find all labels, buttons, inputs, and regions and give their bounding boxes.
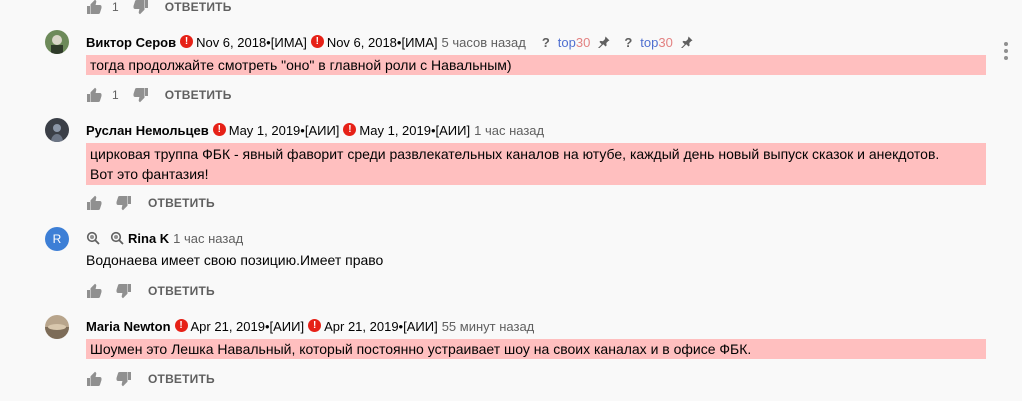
avatar[interactable]	[45, 30, 69, 54]
question-button[interactable]: ?	[624, 35, 632, 50]
top30-link[interactable]: top30	[640, 35, 673, 50]
more-vert-icon[interactable]	[1004, 42, 1008, 63]
author-name[interactable]: Виктор Серов	[86, 35, 176, 50]
thumb-up-icon[interactable]	[86, 283, 102, 299]
author-tag: Apr 21, 2019•[АИИ]	[190, 318, 305, 334]
comment-text: Водонаева имеет свою позицию.Имеет право	[86, 252, 384, 268]
avatar[interactable]	[45, 315, 69, 339]
avatar-letter: R	[52, 232, 62, 246]
reply-button[interactable]: ОТВЕТИТЬ	[165, 0, 232, 14]
comment-header: Виктор Серов ! Nov 6, 2018•[ИМА] ! Nov 6…	[86, 33, 707, 51]
comment-toolbar: ОТВЕТИТЬ	[86, 282, 215, 300]
comment-text: Шоумен это Лешка Навальный, который пост…	[86, 339, 986, 359]
thumb-down-icon[interactable]	[116, 195, 132, 211]
reply-button[interactable]: ОТВЕТИТЬ	[148, 196, 215, 210]
search-icon[interactable]	[86, 231, 100, 245]
comment-toolbar: ОТВЕТИТЬ	[86, 194, 215, 212]
thumb-down-icon[interactable]	[133, 87, 149, 103]
pin-icon[interactable]	[598, 36, 610, 48]
author-name[interactable]: Rina K	[128, 231, 169, 246]
thumb-up-icon[interactable]	[86, 0, 102, 15]
warning-icon: !	[212, 122, 226, 136]
comment-time[interactable]: 1 час назад	[173, 231, 243, 246]
thumb-up-icon[interactable]	[86, 195, 102, 211]
warning-icon: !	[308, 318, 322, 332]
author-tag: May 1, 2019•[АИИ]	[228, 122, 340, 138]
comment-toolbar-top: 1 ОТВЕТИТЬ	[86, 0, 232, 16]
warning-icon: !	[343, 122, 357, 136]
question-button[interactable]: ?	[542, 35, 550, 50]
thumb-down-icon[interactable]	[116, 283, 132, 299]
avatar[interactable]: R	[45, 227, 69, 251]
warning-icon: !	[174, 318, 188, 332]
comment-header: Руслан Немольцев ! May 1, 2019•[АИИ] ! M…	[86, 121, 544, 139]
thumb-down-icon[interactable]	[116, 371, 132, 387]
reply-button[interactable]: ОТВЕТИТЬ	[148, 372, 215, 386]
comment-header: Rina K 1 час назад	[86, 229, 243, 247]
top30-link[interactable]: top30	[558, 35, 591, 50]
reply-button[interactable]: ОТВЕТИТЬ	[165, 88, 232, 102]
comment-toolbar: ОТВЕТИТЬ	[86, 370, 215, 388]
comment-toolbar: 1 ОТВЕТИТЬ	[86, 86, 232, 104]
like-count: 1	[112, 88, 119, 102]
author-tag: Nov 6, 2018•[ИМА]	[326, 34, 438, 50]
avatar[interactable]	[45, 118, 69, 142]
author-tag: Nov 6, 2018•[ИМА]	[196, 34, 307, 50]
author-tag: May 1, 2019•[АИИ]	[359, 122, 471, 138]
reply-button[interactable]: ОТВЕТИТЬ	[148, 284, 215, 298]
search-icon[interactable]	[110, 231, 124, 245]
comment-time[interactable]: 55 минут назад	[442, 319, 535, 334]
thumb-up-icon[interactable]	[86, 87, 102, 103]
like-count: 1	[112, 0, 119, 14]
thumb-up-icon[interactable]	[86, 371, 102, 387]
author-name[interactable]: Руслан Немольцев	[86, 123, 209, 138]
comment-text: тогда продолжайте смотреть "оно" в главн…	[86, 55, 986, 75]
author-tag: Apr 21, 2019•[АИИ]	[324, 318, 438, 334]
comment-text: цирковая труппа ФБК - явный фаворит сред…	[86, 143, 986, 185]
comment-time[interactable]: 1 час назад	[474, 123, 544, 138]
warning-icon: !	[310, 34, 324, 48]
author-name[interactable]: Maria Newton	[86, 319, 171, 334]
warning-icon: !	[180, 34, 194, 48]
pin-icon[interactable]	[680, 36, 693, 48]
comment-header: Maria Newton ! Apr 21, 2019•[АИИ] ! Apr …	[86, 317, 534, 335]
comment-time[interactable]: 5 часов назад	[442, 35, 526, 50]
thumb-down-icon[interactable]	[133, 0, 149, 15]
